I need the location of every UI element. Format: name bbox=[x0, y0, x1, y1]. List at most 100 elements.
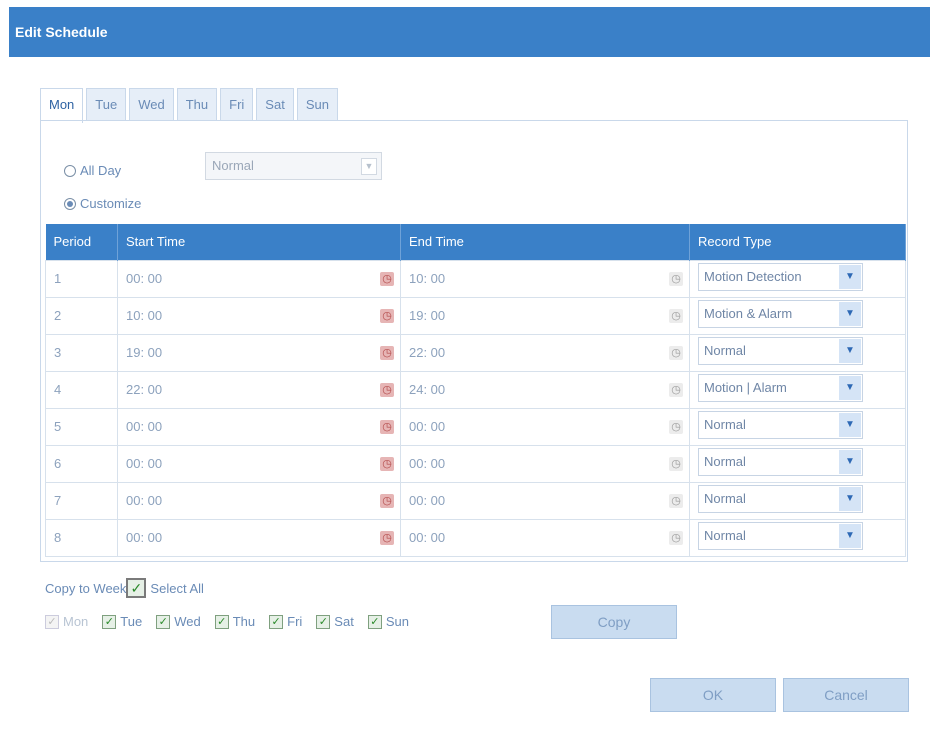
clock-icon[interactable]: ◷ bbox=[380, 271, 394, 286]
record-type-cell: Motion | Alarm ▼ bbox=[689, 370, 906, 409]
end-time-cell[interactable]: 22: 00 ◷ bbox=[400, 333, 690, 372]
end-time-value: 00: 00 bbox=[409, 456, 446, 471]
fri-checkbox[interactable]: ✓ bbox=[269, 614, 284, 629]
end-time-cell[interactable]: 00: 00 ◷ bbox=[400, 407, 690, 446]
cancel-button[interactable]: Cancel bbox=[783, 678, 909, 712]
customize-radio[interactable] bbox=[64, 197, 76, 210]
table-header-row: Period Start Time End Time Record Type bbox=[45, 224, 906, 260]
clock-icon[interactable]: ◷ bbox=[380, 419, 394, 434]
ok-button[interactable]: OK bbox=[650, 678, 776, 712]
tab-wed[interactable]: Wed bbox=[129, 88, 174, 120]
tab-mon[interactable]: Mon bbox=[40, 88, 84, 123]
header-period: Period bbox=[45, 224, 118, 260]
sun-checkbox[interactable]: ✓ bbox=[367, 614, 382, 629]
clock-icon[interactable]: ◷ bbox=[669, 345, 683, 360]
all-day-option[interactable]: All Day bbox=[64, 163, 121, 178]
end-time-cell[interactable]: 19: 00 ◷ bbox=[400, 296, 690, 335]
end-time-value: 00: 00 bbox=[409, 493, 446, 508]
copy-day-thu[interactable]: ✓ Thu bbox=[214, 614, 255, 629]
wed-checkbox[interactable]: ✓ bbox=[156, 614, 171, 629]
thu-checkbox[interactable]: ✓ bbox=[214, 614, 229, 629]
chevron-down-icon: ▼ bbox=[839, 450, 861, 474]
start-time-cell[interactable]: 00: 00 ◷ bbox=[117, 518, 401, 557]
start-time-value: 00: 00 bbox=[126, 493, 163, 508]
clock-icon[interactable]: ◷ bbox=[380, 382, 394, 397]
clock-icon[interactable]: ◷ bbox=[380, 345, 394, 360]
copy-day-fri[interactable]: ✓ Fri bbox=[269, 614, 302, 629]
header-start-time: Start Time bbox=[117, 224, 401, 260]
record-type-select[interactable]: Motion & Alarm ▼ bbox=[698, 300, 863, 328]
all-day-radio[interactable] bbox=[64, 164, 76, 177]
clock-icon[interactable]: ◷ bbox=[380, 456, 394, 471]
tab-tue[interactable]: Tue bbox=[86, 88, 127, 120]
record-type-select[interactable]: Normal ▼ bbox=[698, 485, 863, 513]
record-type-cell: Motion & Alarm ▼ bbox=[689, 296, 906, 335]
record-type-select[interactable]: Motion | Alarm ▼ bbox=[698, 374, 863, 402]
clock-icon[interactable]: ◷ bbox=[669, 271, 683, 286]
table-row: 2 10: 00 ◷ 19: 00 ◷ Motion & Alarm ▼ bbox=[45, 296, 906, 335]
record-type-select[interactable]: Normal ▼ bbox=[698, 448, 863, 476]
end-time-value: 10: 00 bbox=[409, 271, 446, 286]
table-row: 1 00: 00 ◷ 10: 00 ◷ Motion Detection ▼ bbox=[45, 259, 906, 298]
clock-icon[interactable]: ◷ bbox=[669, 308, 683, 323]
copy-button[interactable]: Copy bbox=[551, 605, 677, 639]
select-all-checkbox[interactable]: ✓ bbox=[126, 578, 147, 598]
clock-icon[interactable]: ◷ bbox=[669, 530, 683, 545]
all-day-type-value: Normal bbox=[212, 158, 254, 173]
sat-checkbox[interactable]: ✓ bbox=[316, 614, 331, 629]
clock-icon[interactable]: ◷ bbox=[669, 493, 683, 508]
period-cell: 4 bbox=[45, 370, 118, 409]
start-time-cell[interactable]: 10: 00 ◷ bbox=[117, 296, 401, 335]
record-type-select[interactable]: Normal ▼ bbox=[698, 411, 863, 439]
customize-option[interactable]: Customize bbox=[64, 196, 141, 211]
start-time-value: 19: 00 bbox=[126, 345, 163, 360]
end-time-cell[interactable]: 24: 00 ◷ bbox=[400, 370, 690, 409]
start-time-cell[interactable]: 19: 00 ◷ bbox=[117, 333, 401, 372]
copy-day-sat[interactable]: ✓ Sat bbox=[316, 614, 354, 629]
clock-icon[interactable]: ◷ bbox=[380, 530, 394, 545]
start-time-cell[interactable]: 22: 00 ◷ bbox=[117, 370, 401, 409]
period-cell: 6 bbox=[45, 444, 118, 483]
start-time-cell[interactable]: 00: 00 ◷ bbox=[117, 444, 401, 483]
start-time-value: 00: 00 bbox=[126, 271, 163, 286]
tue-checkbox[interactable]: ✓ bbox=[102, 614, 117, 629]
end-time-cell[interactable]: 00: 00 ◷ bbox=[400, 444, 690, 483]
copy-day-wed[interactable]: ✓ Wed bbox=[156, 614, 201, 629]
record-type-value: Normal bbox=[704, 454, 746, 469]
period-cell: 3 bbox=[45, 333, 118, 372]
clock-icon[interactable]: ◷ bbox=[669, 382, 683, 397]
start-time-value: 22: 00 bbox=[126, 382, 163, 397]
tab-fri[interactable]: Fri bbox=[220, 88, 254, 120]
record-type-select[interactable]: Motion Detection ▼ bbox=[698, 263, 863, 291]
copy-to-week-label: Copy to Week bbox=[45, 580, 127, 596]
period-cell: 2 bbox=[45, 296, 118, 335]
start-time-cell[interactable]: 00: 00 ◷ bbox=[117, 407, 401, 446]
start-time-cell[interactable]: 00: 00 ◷ bbox=[117, 259, 401, 298]
tab-sun[interactable]: Sun bbox=[296, 88, 338, 120]
chevron-down-icon: ▼ bbox=[361, 158, 377, 175]
end-time-value: 22: 00 bbox=[409, 345, 446, 360]
start-time-value: 00: 00 bbox=[126, 530, 163, 545]
chevron-down-icon: ▼ bbox=[839, 265, 861, 289]
chevron-down-icon: ▼ bbox=[839, 302, 861, 326]
tab-sat[interactable]: Sat bbox=[256, 88, 294, 120]
tab-thu[interactable]: Thu bbox=[176, 88, 218, 120]
record-type-select[interactable]: Normal ▼ bbox=[698, 522, 863, 550]
record-type-value: Normal bbox=[704, 343, 746, 358]
copy-day-tue[interactable]: ✓ Tue bbox=[102, 614, 142, 629]
end-time-cell[interactable]: 10: 00 ◷ bbox=[400, 259, 690, 298]
copy-day-sun[interactable]: ✓ Sun bbox=[367, 614, 409, 629]
table-row: 8 00: 00 ◷ 00: 00 ◷ Normal ▼ bbox=[45, 518, 906, 557]
record-type-cell: Normal ▼ bbox=[689, 444, 906, 483]
clock-icon[interactable]: ◷ bbox=[669, 419, 683, 434]
end-time-cell[interactable]: 00: 00 ◷ bbox=[400, 481, 690, 520]
start-time-cell[interactable]: 00: 00 ◷ bbox=[117, 481, 401, 520]
record-type-cell: Normal ▼ bbox=[689, 481, 906, 520]
end-time-cell[interactable]: 00: 00 ◷ bbox=[400, 518, 690, 557]
record-type-select[interactable]: Normal ▼ bbox=[698, 337, 863, 365]
clock-icon[interactable]: ◷ bbox=[380, 308, 394, 323]
day-label: Mon bbox=[63, 614, 89, 629]
chevron-down-icon: ▼ bbox=[839, 339, 861, 363]
clock-icon[interactable]: ◷ bbox=[380, 493, 394, 508]
clock-icon[interactable]: ◷ bbox=[669, 456, 683, 471]
